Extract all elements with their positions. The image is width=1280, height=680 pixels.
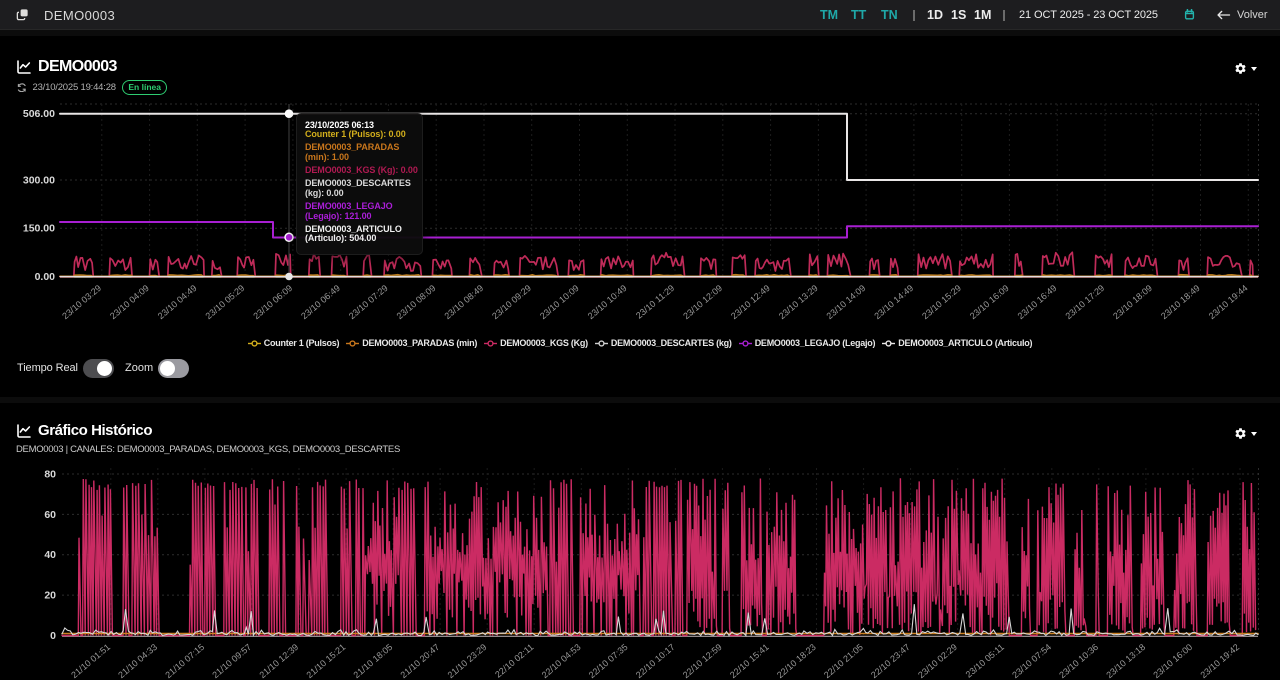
svg-text:23/10 08:49: 23/10 08:49 xyxy=(442,283,485,321)
svg-text:150.00: 150.00 xyxy=(23,223,55,235)
svg-text:23/10 12:49: 23/10 12:49 xyxy=(729,283,772,321)
svg-text:23/10 16:49: 23/10 16:49 xyxy=(1016,283,1059,321)
svg-text:23/10 10:36: 23/10 10:36 xyxy=(1057,642,1100,680)
svg-text:23/10 09:29: 23/10 09:29 xyxy=(490,283,533,321)
svg-text:22/10 18:23: 22/10 18:23 xyxy=(775,642,818,680)
svg-text:23/10 15:29: 23/10 15:29 xyxy=(920,283,963,321)
svg-text:23/10 10:49: 23/10 10:49 xyxy=(586,283,629,321)
svg-text:60: 60 xyxy=(44,509,56,521)
svg-text:22/10 04:53: 22/10 04:53 xyxy=(540,642,583,680)
svg-text:23/10 19:42: 23/10 19:42 xyxy=(1198,642,1241,680)
svg-text:21/10 07:15: 21/10 07:15 xyxy=(163,642,206,680)
svg-text:40: 40 xyxy=(44,549,56,561)
svg-text:23/10 13:18: 23/10 13:18 xyxy=(1104,642,1147,680)
svg-text:23/10 07:29: 23/10 07:29 xyxy=(347,283,390,321)
svg-text:23/10 06:49: 23/10 06:49 xyxy=(299,283,342,321)
svg-text:23/10 07:54: 23/10 07:54 xyxy=(1010,642,1053,680)
svg-text:21/10 04:33: 21/10 04:33 xyxy=(116,642,159,680)
svg-text:22/10 10:17: 22/10 10:17 xyxy=(634,642,677,680)
svg-text:21/10 20:47: 21/10 20:47 xyxy=(399,642,442,680)
svg-text:23/10 11:29: 23/10 11:29 xyxy=(634,283,676,321)
svg-text:23/10 14:49: 23/10 14:49 xyxy=(872,283,915,321)
svg-text:23/10 14:09: 23/10 14:09 xyxy=(825,283,868,321)
svg-text:21/10 01:51: 21/10 01:51 xyxy=(69,642,112,680)
svg-text:23/10 13:29: 23/10 13:29 xyxy=(777,283,820,321)
svg-text:22/10 23:47: 22/10 23:47 xyxy=(869,642,912,680)
svg-text:22/10 02:11: 22/10 02:11 xyxy=(493,642,535,680)
svg-text:23/10 12:09: 23/10 12:09 xyxy=(681,283,724,321)
svg-text:23/10 16:00: 23/10 16:00 xyxy=(1151,642,1194,680)
svg-text:23/10 05:29: 23/10 05:29 xyxy=(204,283,247,321)
svg-text:23/10 16:09: 23/10 16:09 xyxy=(968,283,1011,321)
svg-text:22/10 15:41: 22/10 15:41 xyxy=(728,642,771,680)
svg-text:300.00: 300.00 xyxy=(23,175,55,187)
svg-text:23/10 05:11: 23/10 05:11 xyxy=(964,642,1006,680)
svg-text:22/10 07:35: 22/10 07:35 xyxy=(587,642,630,680)
svg-text:80: 80 xyxy=(44,469,56,481)
svg-text:0: 0 xyxy=(50,630,56,642)
svg-text:23/10 19:44: 23/10 19:44 xyxy=(1207,283,1250,321)
svg-text:21/10 09:57: 21/10 09:57 xyxy=(210,642,253,680)
svg-text:506.00: 506.00 xyxy=(23,108,55,120)
svg-text:21/10 12:39: 21/10 12:39 xyxy=(257,642,300,680)
svg-text:21/10 18:05: 21/10 18:05 xyxy=(352,642,395,680)
svg-text:22/10 12:59: 22/10 12:59 xyxy=(681,642,724,680)
svg-text:22/10 21:05: 22/10 21:05 xyxy=(822,642,865,680)
svg-text:23/10 08:09: 23/10 08:09 xyxy=(395,283,438,321)
svg-text:23/10 03:29: 23/10 03:29 xyxy=(60,283,103,321)
svg-text:21/10 23:29: 21/10 23:29 xyxy=(446,642,489,680)
svg-text:23/10 18:09: 23/10 18:09 xyxy=(1111,283,1154,321)
svg-text:23/10 18:49: 23/10 18:49 xyxy=(1159,283,1202,321)
svg-text:23/10 04:09: 23/10 04:09 xyxy=(108,283,151,321)
svg-text:23/10 02:29: 23/10 02:29 xyxy=(916,642,959,680)
svg-text:23/10 04:49: 23/10 04:49 xyxy=(156,283,199,321)
svg-text:20: 20 xyxy=(44,590,56,602)
svg-text:23/10 10:09: 23/10 10:09 xyxy=(538,283,581,321)
svg-text:23/10 17:29: 23/10 17:29 xyxy=(1063,283,1106,321)
svg-text:21/10 15:21: 21/10 15:21 xyxy=(305,642,348,680)
svg-text:0.00: 0.00 xyxy=(35,271,56,283)
svg-text:23/10 06:09: 23/10 06:09 xyxy=(251,283,294,321)
